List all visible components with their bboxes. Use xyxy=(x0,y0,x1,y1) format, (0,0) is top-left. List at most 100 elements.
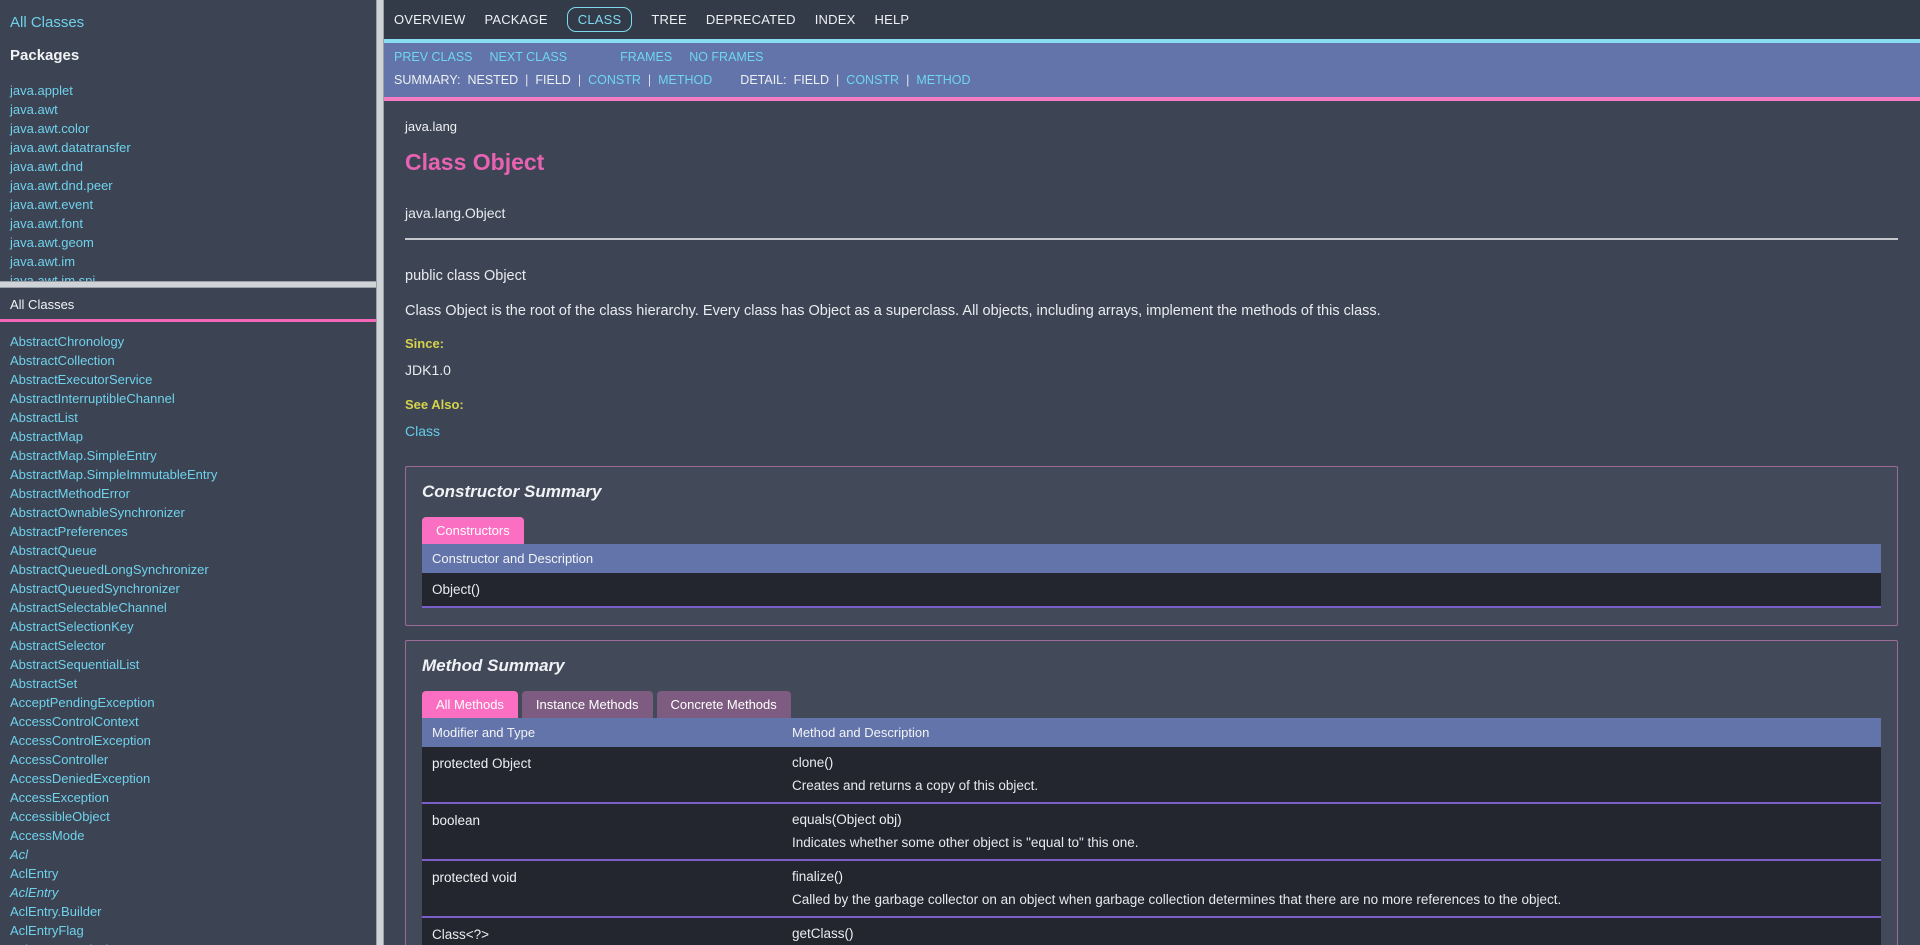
code-text: boolean xyxy=(432,813,480,828)
class-link[interactable]: AbstractSelector xyxy=(10,638,105,653)
class-link[interactable]: AbstractCollection xyxy=(10,353,115,368)
member-link[interactable]: Class xyxy=(432,927,466,942)
package-list-item: java.awt.geom xyxy=(10,233,366,252)
class-link[interactable]: AbstractList xyxy=(10,410,78,425)
class-link[interactable]: AbstractSelectionKey xyxy=(10,619,134,634)
package-link[interactable]: java.awt xyxy=(10,102,58,117)
class-link[interactable]: AclEntry.Builder xyxy=(10,904,102,919)
package-link[interactable]: java.awt.im xyxy=(10,254,75,269)
left-frameset: All Classes Packages java.appletjava.awt… xyxy=(0,0,376,945)
class-link[interactable]: AclEntry xyxy=(10,885,58,900)
nav-deprecated[interactable]: DEPRECATED xyxy=(706,12,796,27)
subnav-link-method[interactable]: METHOD xyxy=(658,73,712,87)
package-link[interactable]: java.awt.geom xyxy=(10,235,94,250)
method-signature: equals(Object obj) xyxy=(792,812,1871,827)
nav-class[interactable]: CLASS xyxy=(567,7,633,32)
javadoc-app: All Classes Packages java.appletjava.awt… xyxy=(0,0,1920,945)
class-link[interactable]: AccessException xyxy=(10,790,109,805)
class-link[interactable]: AbstractChronology xyxy=(10,334,124,349)
class-link[interactable]: AccessControlException xyxy=(10,733,151,748)
class-link[interactable]: AbstractQueuedSynchronizer xyxy=(10,581,180,596)
tab-instance-methods[interactable]: Instance Methods xyxy=(522,691,653,718)
package-link[interactable]: java.awt.datatransfer xyxy=(10,140,131,155)
method-description: Creates and returns a copy of this objec… xyxy=(792,778,1871,793)
tab-all-methods[interactable]: All Methods xyxy=(422,691,518,718)
package-list-item: java.applet xyxy=(10,81,366,100)
class-link[interactable]: AbstractQueue xyxy=(10,543,97,558)
subnav-link-constr[interactable]: CONSTR xyxy=(846,73,899,87)
class-link[interactable]: AbstractMap.SimpleImmutableEntry xyxy=(10,467,217,482)
nav-overview[interactable]: OVERVIEW xyxy=(394,12,465,27)
package-link[interactable]: java.awt.color xyxy=(10,121,89,136)
class-link[interactable]: AccessibleObject xyxy=(10,809,110,824)
subnav-next-class[interactable]: NEXT CLASS xyxy=(490,50,568,64)
class-link[interactable]: AbstractMap.SimpleEntry xyxy=(10,448,157,463)
class-link[interactable]: AbstractMap xyxy=(10,429,83,444)
class-link[interactable]: AbstractPreferences xyxy=(10,524,128,539)
package-link[interactable]: java.awt.font xyxy=(10,216,83,231)
class-link[interactable]: AbstractOwnableSynchronizer xyxy=(10,505,185,520)
class-link[interactable]: Acl xyxy=(10,847,28,862)
member-link[interactable]: Object xyxy=(492,756,531,771)
class-link[interactable]: AccessControlContext xyxy=(10,714,139,729)
member-link[interactable]: clone xyxy=(792,755,824,770)
see-also-class-link[interactable]: Class xyxy=(405,423,440,439)
class-link[interactable]: AccessDeniedException xyxy=(10,771,150,786)
class-link[interactable]: AbstractSet xyxy=(10,676,77,691)
frame-divider-horizontal[interactable] xyxy=(0,281,376,288)
nav-tree[interactable]: TREE xyxy=(651,12,686,27)
subnav-prev-class[interactable]: PREV CLASS xyxy=(394,50,473,64)
separator: | xyxy=(525,73,528,87)
code-text: protected xyxy=(432,756,492,771)
class-link[interactable]: AbstractExecutorService xyxy=(10,372,152,387)
nav-help[interactable]: HELP xyxy=(874,12,909,27)
frame-divider-vertical[interactable] xyxy=(376,0,384,945)
class-link[interactable]: AbstractInterruptibleChannel xyxy=(10,391,175,406)
tab-constructors[interactable]: Constructors xyxy=(422,517,524,544)
subnav-link-method[interactable]: METHOD xyxy=(916,73,970,87)
subnav-frames[interactable]: FRAMES xyxy=(620,50,672,64)
package-link[interactable]: java.applet xyxy=(10,83,73,98)
nav-package[interactable]: PACKAGE xyxy=(484,12,547,27)
package-link[interactable]: java.awt.event xyxy=(10,197,93,212)
class-link[interactable]: AclEntry xyxy=(10,866,58,881)
class-link[interactable]: AclEntryFlag xyxy=(10,923,84,938)
subnav-no-frames[interactable]: NO FRAMES xyxy=(689,50,763,64)
class-list-item: AccessControlContext xyxy=(10,712,366,731)
class-list-item: AbstractSelectableChannel xyxy=(10,598,366,617)
method-signature: getClass() xyxy=(792,926,1871,941)
class-list-item: AbstractPreferences xyxy=(10,522,366,541)
class-link[interactable]: AbstractMethodError xyxy=(10,486,130,501)
class-list-item: Acl xyxy=(10,845,366,864)
method-summary-title: Method Summary xyxy=(422,656,1881,676)
detail-label: DETAIL: xyxy=(740,73,786,87)
member-link[interactable]: finalize xyxy=(792,869,834,884)
class-link[interactable]: AbstractSequentialList xyxy=(10,657,139,672)
member-link[interactable]: Object xyxy=(432,582,471,597)
see-also-label: See Also: xyxy=(405,397,1898,412)
class-link[interactable]: AccessMode xyxy=(10,828,84,843)
constructor-table-header: Constructor and Description xyxy=(422,544,1881,573)
package-link[interactable]: java.awt.im.spi xyxy=(10,273,95,281)
class-list-item: AbstractOwnableSynchronizer xyxy=(10,503,366,522)
all-classes-link[interactable]: All Classes xyxy=(10,14,366,31)
class-list-item: AbstractMethodError xyxy=(10,484,366,503)
class-list-item: AbstractMap.SimpleImmutableEntry xyxy=(10,465,366,484)
class-link[interactable]: AbstractQueuedLongSynchronizer xyxy=(10,562,209,577)
package-link[interactable]: java.awt.dnd xyxy=(10,159,83,174)
class-link[interactable]: AccessController xyxy=(10,752,108,767)
subnav-text-field: FIELD xyxy=(535,73,570,87)
member-link[interactable]: Object xyxy=(836,812,875,827)
subnav-link-constr[interactable]: CONSTR xyxy=(588,73,641,87)
package-list-item: java.awt.datatransfer xyxy=(10,138,366,157)
nav-index[interactable]: INDEX xyxy=(815,12,856,27)
member-link[interactable]: getClass xyxy=(792,926,845,941)
detail-group: DETAIL:FIELD|CONSTR|METHOD xyxy=(740,73,970,87)
tab-concrete-methods[interactable]: Concrete Methods xyxy=(657,691,791,718)
class-link[interactable]: AcceptPendingException xyxy=(10,695,155,710)
member-link[interactable]: equals xyxy=(792,812,832,827)
class-link[interactable]: AbstractSelectableChannel xyxy=(10,600,167,615)
constructor-tabs: Constructors xyxy=(422,517,1881,544)
separator: | xyxy=(648,73,651,87)
package-link[interactable]: java.awt.dnd.peer xyxy=(10,178,113,193)
